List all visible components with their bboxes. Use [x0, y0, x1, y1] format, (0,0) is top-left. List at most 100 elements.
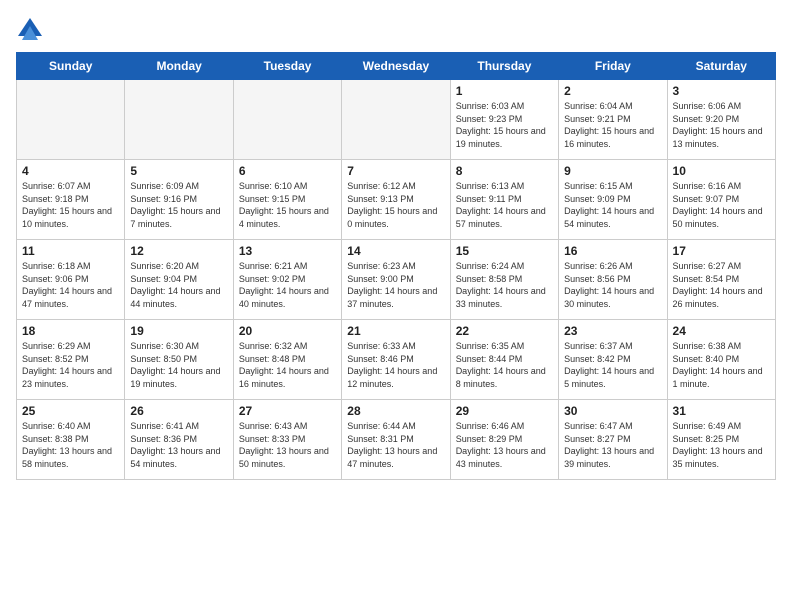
- calendar-cell: 30 Sunrise: 6:47 AM Sunset: 8:27 PM Dayli…: [559, 400, 667, 480]
- calendar-cell: 1 Sunrise: 6:03 AM Sunset: 9:23 PM Daylig…: [450, 80, 558, 160]
- day-number: 6: [239, 164, 336, 178]
- calendar-cell: 2 Sunrise: 6:04 AM Sunset: 9:21 PM Daylig…: [559, 80, 667, 160]
- day-info: Sunrise: 6:30 AM Sunset: 8:50 PM Dayligh…: [130, 340, 227, 390]
- day-header-saturday: Saturday: [667, 53, 775, 80]
- calendar-cell: 21 Sunrise: 6:33 AM Sunset: 8:46 PM Dayli…: [342, 320, 450, 400]
- calendar-cell: 13 Sunrise: 6:21 AM Sunset: 9:02 PM Dayli…: [233, 240, 341, 320]
- day-number: 31: [673, 404, 770, 418]
- day-info: Sunrise: 6:13 AM Sunset: 9:11 PM Dayligh…: [456, 180, 553, 230]
- day-number: 10: [673, 164, 770, 178]
- calendar-cell: 12Sunrise: 6:20 AM Sunset: 9:04 PM Dayli…: [125, 240, 233, 320]
- day-header-thursday: Thursday: [450, 53, 558, 80]
- day-number: 12: [130, 244, 227, 258]
- day-number: 30: [564, 404, 661, 418]
- logo-icon: [16, 16, 44, 44]
- day-info: Sunrise: 6:04 AM Sunset: 9:21 PM Dayligh…: [564, 100, 661, 150]
- day-number: 7: [347, 164, 444, 178]
- calendar-cell: 17 Sunrise: 6:27 AM Sunset: 8:54 PM Dayli…: [667, 240, 775, 320]
- day-info: Sunrise: 6:32 AM Sunset: 8:48 PM Dayligh…: [239, 340, 336, 390]
- calendar-week-row: 1 Sunrise: 6:03 AM Sunset: 9:23 PM Daylig…: [17, 80, 776, 160]
- day-info: Sunrise: 6:40 AM Sunset: 8:38 PM Dayligh…: [22, 420, 119, 470]
- calendar-cell: 10 Sunrise: 6:16 AM Sunset: 9:07 PM Dayli…: [667, 160, 775, 240]
- day-info: Sunrise: 6:18 AM Sunset: 9:06 PM Dayligh…: [22, 260, 119, 310]
- calendar-cell: 4 Sunrise: 6:07 AM Sunset: 9:18 PM Daylig…: [17, 160, 125, 240]
- day-number: 20: [239, 324, 336, 338]
- day-info: Sunrise: 6:12 AM Sunset: 9:13 PM Dayligh…: [347, 180, 444, 230]
- calendar-cell: 31Sunrise: 6:49 AM Sunset: 8:25 PM Dayli…: [667, 400, 775, 480]
- day-number: 22: [456, 324, 553, 338]
- day-info: Sunrise: 6:21 AM Sunset: 9:02 PM Dayligh…: [239, 260, 336, 310]
- calendar-cell: 24Sunrise: 6:38 AM Sunset: 8:40 PM Dayli…: [667, 320, 775, 400]
- day-number: 1: [456, 84, 553, 98]
- calendar-cell: 23 Sunrise: 6:37 AM Sunset: 8:42 PM Dayli…: [559, 320, 667, 400]
- calendar-cell: 25 Sunrise: 6:40 AM Sunset: 8:38 PM Dayli…: [17, 400, 125, 480]
- day-number: 19: [130, 324, 227, 338]
- logo: [16, 16, 48, 44]
- day-number: 28: [347, 404, 444, 418]
- day-info: Sunrise: 6:44 AM Sunset: 8:31 PM Dayligh…: [347, 420, 444, 470]
- day-info: Sunrise: 6:23 AM Sunset: 9:00 PM Dayligh…: [347, 260, 444, 310]
- day-info: Sunrise: 6:09 AM Sunset: 9:16 PM Dayligh…: [130, 180, 227, 230]
- calendar-cell: [125, 80, 233, 160]
- calendar-cell: 9 Sunrise: 6:15 AM Sunset: 9:09 PM Daylig…: [559, 160, 667, 240]
- header: [16, 16, 776, 44]
- calendar-cell: 14 Sunrise: 6:23 AM Sunset: 9:00 PM Dayli…: [342, 240, 450, 320]
- calendar-week-row: 11Sunrise: 6:18 AM Sunset: 9:06 PM Dayli…: [17, 240, 776, 320]
- day-number: 29: [456, 404, 553, 418]
- day-info: Sunrise: 6:43 AM Sunset: 8:33 PM Dayligh…: [239, 420, 336, 470]
- day-number: 15: [456, 244, 553, 258]
- day-header-friday: Friday: [559, 53, 667, 80]
- calendar-cell: 11Sunrise: 6:18 AM Sunset: 9:06 PM Dayli…: [17, 240, 125, 320]
- day-info: Sunrise: 6:27 AM Sunset: 8:54 PM Dayligh…: [673, 260, 770, 310]
- calendar-week-row: 25 Sunrise: 6:40 AM Sunset: 8:38 PM Dayli…: [17, 400, 776, 480]
- day-info: Sunrise: 6:47 AM Sunset: 8:27 PM Dayligh…: [564, 420, 661, 470]
- day-info: Sunrise: 6:46 AM Sunset: 8:29 PM Dayligh…: [456, 420, 553, 470]
- calendar-cell: 20 Sunrise: 6:32 AM Sunset: 8:48 PM Dayli…: [233, 320, 341, 400]
- calendar-cell: 7 Sunrise: 6:12 AM Sunset: 9:13 PM Daylig…: [342, 160, 450, 240]
- calendar-cell: 5 Sunrise: 6:09 AM Sunset: 9:16 PM Daylig…: [125, 160, 233, 240]
- calendar-cell: 19 Sunrise: 6:30 AM Sunset: 8:50 PM Dayli…: [125, 320, 233, 400]
- day-info: Sunrise: 6:07 AM Sunset: 9:18 PM Dayligh…: [22, 180, 119, 230]
- calendar-cell: 29 Sunrise: 6:46 AM Sunset: 8:29 PM Dayli…: [450, 400, 558, 480]
- page: SundayMondayTuesdayWednesdayThursdayFrid…: [0, 0, 792, 496]
- calendar-table: SundayMondayTuesdayWednesdayThursdayFrid…: [16, 52, 776, 480]
- day-info: Sunrise: 6:38 AM Sunset: 8:40 PM Dayligh…: [673, 340, 770, 390]
- day-info: Sunrise: 6:29 AM Sunset: 8:52 PM Dayligh…: [22, 340, 119, 390]
- day-info: Sunrise: 6:15 AM Sunset: 9:09 PM Dayligh…: [564, 180, 661, 230]
- day-number: 2: [564, 84, 661, 98]
- calendar-cell: 28 Sunrise: 6:44 AM Sunset: 8:31 PM Dayli…: [342, 400, 450, 480]
- day-header-wednesday: Wednesday: [342, 53, 450, 80]
- day-number: 8: [456, 164, 553, 178]
- day-info: Sunrise: 6:33 AM Sunset: 8:46 PM Dayligh…: [347, 340, 444, 390]
- day-number: 25: [22, 404, 119, 418]
- day-info: Sunrise: 6:37 AM Sunset: 8:42 PM Dayligh…: [564, 340, 661, 390]
- calendar-cell: [342, 80, 450, 160]
- day-number: 16: [564, 244, 661, 258]
- day-number: 23: [564, 324, 661, 338]
- day-info: Sunrise: 6:06 AM Sunset: 9:20 PM Dayligh…: [673, 100, 770, 150]
- calendar-cell: 15Sunrise: 6:24 AM Sunset: 8:58 PM Dayli…: [450, 240, 558, 320]
- day-info: Sunrise: 6:41 AM Sunset: 8:36 PM Dayligh…: [130, 420, 227, 470]
- day-info: Sunrise: 6:10 AM Sunset: 9:15 PM Dayligh…: [239, 180, 336, 230]
- calendar-cell: 22Sunrise: 6:35 AM Sunset: 8:44 PM Dayli…: [450, 320, 558, 400]
- day-info: Sunrise: 6:26 AM Sunset: 8:56 PM Dayligh…: [564, 260, 661, 310]
- day-header-sunday: Sunday: [17, 53, 125, 80]
- day-header-tuesday: Tuesday: [233, 53, 341, 80]
- calendar-cell: 8 Sunrise: 6:13 AM Sunset: 9:11 PM Daylig…: [450, 160, 558, 240]
- day-info: Sunrise: 6:16 AM Sunset: 9:07 PM Dayligh…: [673, 180, 770, 230]
- day-number: 17: [673, 244, 770, 258]
- day-number: 14: [347, 244, 444, 258]
- calendar-cell: [17, 80, 125, 160]
- day-number: 4: [22, 164, 119, 178]
- calendar-cell: [233, 80, 341, 160]
- day-number: 5: [130, 164, 227, 178]
- day-header-monday: Monday: [125, 53, 233, 80]
- day-number: 27: [239, 404, 336, 418]
- day-number: 9: [564, 164, 661, 178]
- day-number: 13: [239, 244, 336, 258]
- calendar-week-row: 4 Sunrise: 6:07 AM Sunset: 9:18 PM Daylig…: [17, 160, 776, 240]
- day-number: 18: [22, 324, 119, 338]
- day-info: Sunrise: 6:03 AM Sunset: 9:23 PM Dayligh…: [456, 100, 553, 150]
- day-number: 26: [130, 404, 227, 418]
- day-number: 21: [347, 324, 444, 338]
